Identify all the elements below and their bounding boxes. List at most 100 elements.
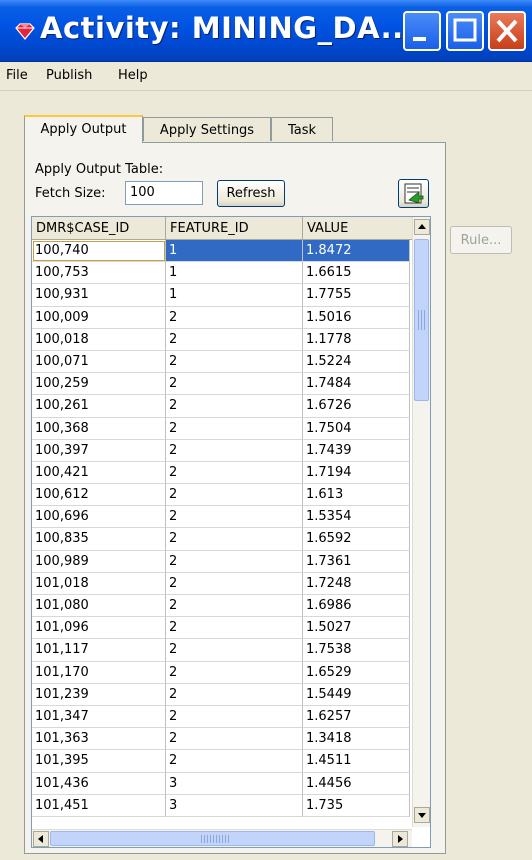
case-id-cell[interactable]: 101,363 <box>32 728 166 751</box>
case-id-cell[interactable]: 101,117 <box>32 639 166 662</box>
table-row[interactable]: 100,612 2 1.613 <box>32 484 410 507</box>
value-cell[interactable]: 1.4511 <box>303 750 410 773</box>
table-row[interactable]: 100,931 1 1.7755 <box>32 284 410 307</box>
feature-id-cell[interactable]: 2 <box>166 417 303 440</box>
title-bar[interactable]: Activity: MINING_DA... <box>0 0 532 62</box>
feature-id-cell[interactable]: 3 <box>166 772 303 795</box>
table-row[interactable]: 100,071 2 1.5224 <box>32 350 410 374</box>
case-id-cell[interactable]: 101,018 <box>32 572 166 595</box>
case-id-cell[interactable]: 100,612 <box>32 484 166 507</box>
case-id-cell[interactable]: 101,096 <box>32 617 166 640</box>
case-id-cell[interactable]: 100,989 <box>32 550 166 573</box>
table-row[interactable]: 101,395 2 1.4511 <box>32 750 410 773</box>
horizontal-scrollbar[interactable] <box>32 829 412 847</box>
case-id-cell[interactable]: 101,395 <box>32 750 166 773</box>
feature-id-cell[interactable]: 2 <box>166 528 303 551</box>
case-id-cell[interactable]: 101,451 <box>32 794 166 817</box>
case-id-cell[interactable]: 100,397 <box>32 439 166 462</box>
column-header-case-id[interactable]: DMR$CASE_ID <box>32 217 166 239</box>
case-id-cell[interactable]: 100,740 <box>32 240 166 263</box>
vertical-scrollbar[interactable] <box>412 217 430 827</box>
table-row[interactable]: 100,397 2 1.7439 <box>32 439 410 462</box>
case-id-cell[interactable]: 100,261 <box>32 395 166 418</box>
rule-button[interactable]: Rule... <box>450 226 512 254</box>
value-cell[interactable]: 1.7194 <box>303 461 410 485</box>
case-id-cell[interactable]: 100,835 <box>32 528 166 551</box>
feature-id-cell[interactable]: 2 <box>166 572 303 595</box>
table-row[interactable]: 101,363 2 1.3418 <box>32 728 410 751</box>
feature-id-cell[interactable]: 1 <box>166 262 303 285</box>
table-row[interactable]: 100,009 2 1.5016 <box>32 306 410 329</box>
table-row[interactable]: 101,170 2 1.6529 <box>32 661 410 684</box>
value-cell[interactable]: 1.7248 <box>303 572 410 595</box>
case-id-cell[interactable]: 101,347 <box>32 705 166 729</box>
table-row[interactable]: 101,451 3 1.735 <box>32 794 410 817</box>
table-row[interactable]: 101,080 2 1.6986 <box>32 595 410 618</box>
feature-id-cell[interactable]: 1 <box>166 284 303 307</box>
feature-id-cell[interactable]: 2 <box>166 395 303 418</box>
case-id-cell[interactable]: 100,009 <box>32 306 166 329</box>
value-cell[interactable]: 1.7361 <box>303 550 410 573</box>
table-row[interactable]: 100,740 1 1.8472 <box>32 240 410 263</box>
fetch-size-input[interactable]: 100 <box>125 181 203 205</box>
feature-id-cell[interactable]: 2 <box>166 439 303 462</box>
feature-id-cell[interactable]: 2 <box>166 350 303 374</box>
value-cell[interactable]: 1.6986 <box>303 595 410 618</box>
feature-id-cell[interactable]: 2 <box>166 484 303 507</box>
value-cell[interactable]: 1.7504 <box>303 417 410 440</box>
export-button[interactable] <box>398 179 429 208</box>
value-cell[interactable]: 1.613 <box>303 484 410 507</box>
table-row[interactable]: 100,261 2 1.6726 <box>32 395 410 418</box>
feature-id-cell[interactable]: 2 <box>166 506 303 529</box>
feature-id-cell[interactable]: 1 <box>166 240 303 263</box>
table-row[interactable]: 100,259 2 1.7484 <box>32 373 410 396</box>
value-cell[interactable]: 1.7484 <box>303 373 410 396</box>
value-cell[interactable]: 1.6592 <box>303 528 410 551</box>
value-cell[interactable]: 1.7755 <box>303 284 410 307</box>
feature-id-cell[interactable]: 2 <box>166 750 303 773</box>
value-cell[interactable]: 1.5016 <box>303 306 410 329</box>
case-id-cell[interactable]: 101,170 <box>32 661 166 684</box>
tab-task[interactable]: Task <box>271 117 333 141</box>
value-cell[interactable]: 1.5224 <box>303 350 410 374</box>
refresh-button[interactable]: Refresh <box>217 180 285 207</box>
value-cell[interactable]: 1.5027 <box>303 617 410 640</box>
case-id-cell[interactable]: 100,696 <box>32 506 166 529</box>
table-row[interactable]: 100,835 2 1.6592 <box>32 528 410 551</box>
value-cell[interactable]: 1.6529 <box>303 661 410 684</box>
case-id-cell[interactable]: 100,421 <box>32 461 166 485</box>
menu-help[interactable]: Help <box>118 68 148 83</box>
case-id-cell[interactable]: 101,239 <box>32 683 166 706</box>
value-cell[interactable]: 1.6257 <box>303 705 410 729</box>
scroll-left-button[interactable] <box>33 831 49 847</box>
feature-id-cell[interactable]: 2 <box>166 661 303 684</box>
case-id-cell[interactable]: 100,071 <box>32 350 166 374</box>
tab-apply-settings[interactable]: Apply Settings <box>143 117 271 141</box>
value-cell[interactable]: 1.5354 <box>303 506 410 529</box>
case-id-cell[interactable]: 101,080 <box>32 595 166 618</box>
case-id-cell[interactable]: 100,931 <box>32 284 166 307</box>
value-cell[interactable]: 1.6726 <box>303 395 410 418</box>
table-row[interactable]: 101,117 2 1.7538 <box>32 639 410 662</box>
vertical-scroll-thumb[interactable] <box>414 239 429 401</box>
feature-id-cell[interactable]: 2 <box>166 373 303 396</box>
column-header-value[interactable]: VALUE <box>303 217 413 239</box>
case-id-cell[interactable]: 100,259 <box>32 373 166 396</box>
feature-id-cell[interactable]: 2 <box>166 728 303 751</box>
table-row[interactable]: 101,018 2 1.7248 <box>32 572 410 595</box>
feature-id-cell[interactable]: 2 <box>166 639 303 662</box>
value-cell[interactable]: 1.8472 <box>303 240 410 263</box>
value-cell[interactable]: 1.4456 <box>303 772 410 795</box>
tab-apply-output[interactable]: Apply Output <box>24 115 143 143</box>
value-cell[interactable]: 1.5449 <box>303 683 410 706</box>
column-header-feature-id[interactable]: FEATURE_ID <box>166 217 303 239</box>
case-id-cell[interactable]: 100,368 <box>32 417 166 440</box>
value-cell[interactable]: 1.1778 <box>303 328 410 351</box>
menu-file[interactable]: File <box>6 68 28 83</box>
value-cell[interactable]: 1.6615 <box>303 262 410 285</box>
feature-id-cell[interactable]: 2 <box>166 705 303 729</box>
value-cell[interactable]: 1.3418 <box>303 728 410 751</box>
scroll-up-button[interactable] <box>414 219 430 235</box>
feature-id-cell[interactable]: 3 <box>166 794 303 817</box>
horizontal-scroll-thumb[interactable] <box>50 831 375 846</box>
